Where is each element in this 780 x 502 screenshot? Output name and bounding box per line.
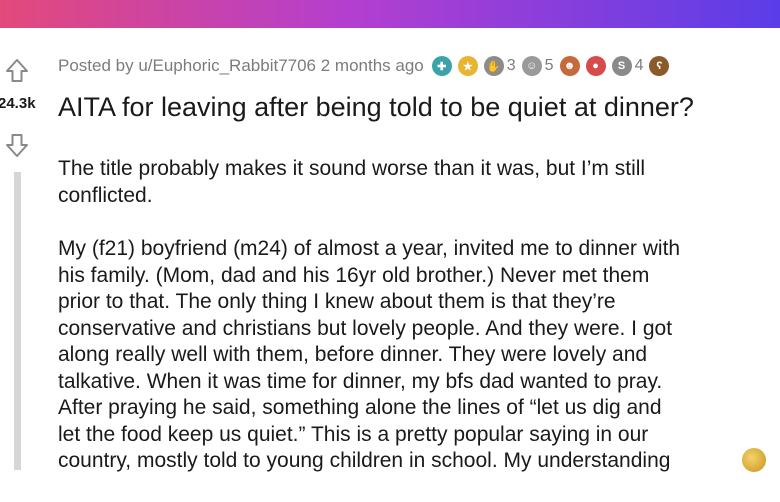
award-count: 4	[634, 57, 644, 74]
upvote-arrow-icon	[6, 59, 28, 82]
upvote-button[interactable]	[4, 58, 30, 84]
gold-award-icon[interactable]: ★	[457, 56, 478, 76]
post-paragraph: The title probably makes it sound worse …	[58, 157, 646, 207]
downvote-arrow-icon	[6, 134, 28, 157]
silver-award-icon[interactable]: S	[611, 56, 632, 76]
face-award-icon[interactable]: ☺	[521, 56, 542, 76]
eyes-award-icon[interactable]: ●	[585, 56, 606, 76]
post-body: The title probably makes it sound worse …	[58, 156, 780, 502]
awards-row[interactable]: ✚ ★ ✋ 3 ☺ 5 ☻ ● S 4 ʕ	[431, 56, 676, 76]
downvote-button[interactable]	[4, 132, 30, 158]
bear-award-icon[interactable]: ʕ	[649, 56, 670, 76]
top-gradient-bar	[0, 0, 780, 28]
helpful-award-icon[interactable]: ✚	[431, 56, 452, 76]
coin-icon	[742, 448, 766, 472]
vote-score: 24.3k	[0, 95, 36, 112]
award-count: 3	[506, 57, 516, 74]
award-count: 5	[544, 57, 554, 74]
post-title[interactable]: AITA for leaving after being told to be …	[58, 92, 694, 123]
post-meta: Posted by u/Euphoric_Rabbit7706 2 months…	[58, 55, 675, 77]
posted-by-text: Posted by u/Euphoric_Rabbit7706 2 months…	[58, 56, 424, 75]
hand-award-icon[interactable]: ✋	[483, 56, 504, 76]
thread-line[interactable]	[14, 172, 21, 470]
post-paragraph: My (f21) boyfriend (m24) of almost a yea…	[58, 237, 681, 472]
laugh-award-icon[interactable]: ☻	[559, 56, 580, 76]
